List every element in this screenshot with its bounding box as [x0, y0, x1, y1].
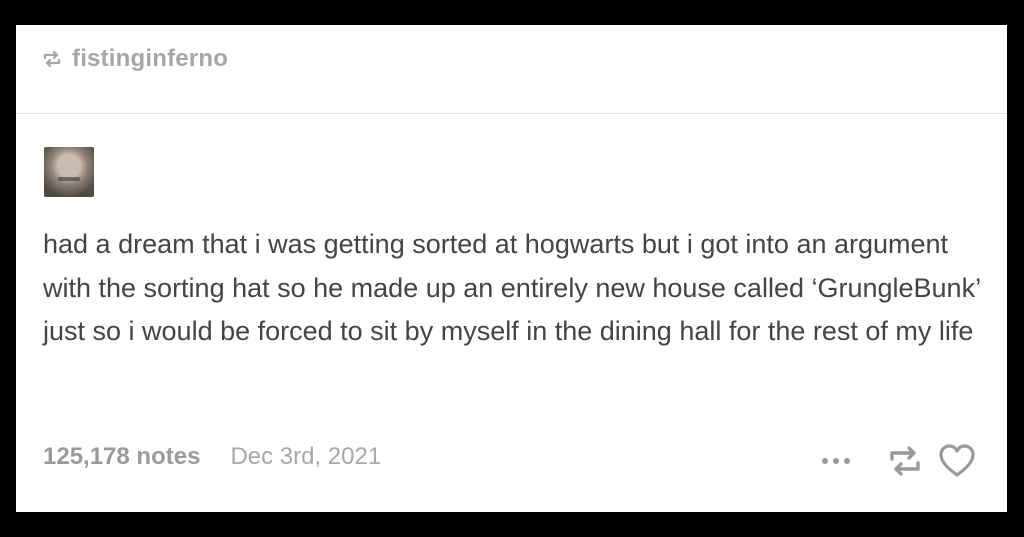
post-actions — [817, 441, 977, 481]
reblog-icon[interactable] — [885, 441, 925, 481]
blog-name-link[interactable]: fistinginferno — [72, 45, 228, 73]
post-date: Dec 3rd, 2021 — [230, 443, 382, 470]
heart-icon[interactable] — [937, 441, 977, 481]
reblog-icon — [43, 50, 61, 68]
more-icon[interactable] — [817, 444, 855, 478]
post-card: fistinginferno had a dream that i was ge… — [16, 25, 1007, 512]
post-header: fistinginferno — [16, 25, 1007, 114]
post-body-text: had a dream that i was getting sorted at… — [43, 229, 981, 346]
reblog-attribution: fistinginferno — [42, 45, 228, 73]
post-footer: 125,178 notes Dec 3rd, 2021 — [43, 443, 381, 471]
notes-count[interactable]: 125,178 notes — [43, 443, 200, 471]
avatar[interactable] — [44, 147, 94, 197]
